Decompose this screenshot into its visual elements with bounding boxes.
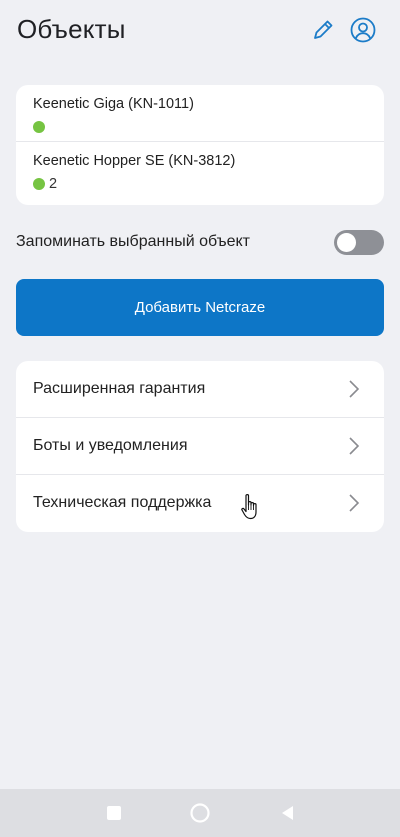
menu-item-tech-support[interactable]: Техническая поддержка <box>16 475 384 531</box>
header: Объекты <box>0 0 400 62</box>
remember-object-label: Запоминать выбранный объект <box>16 233 251 250</box>
status-online-dot <box>33 121 45 133</box>
remember-object-toggle[interactable] <box>334 230 384 255</box>
menu-item-bots-notifications[interactable]: Боты и уведомления <box>16 418 384 474</box>
device-count: 2 <box>49 176 58 192</box>
chevron-right-icon <box>349 380 360 398</box>
menu-item-extended-warranty[interactable]: Расширенная гарантия <box>16 361 384 417</box>
square-icon[interactable] <box>104 803 124 823</box>
page-title: Объекты <box>17 14 126 44</box>
toggle-knob <box>337 233 356 252</box>
device-name: Keenetic Giga (KN-1011) <box>33 96 194 112</box>
settings-menu: Расширенная гарантия Боты и уведомления … <box>16 361 384 532</box>
status-online-dot <box>33 178 45 190</box>
menu-item-label: Боты и уведомления <box>33 437 188 454</box>
hand-pointer-cursor-icon <box>241 494 257 520</box>
device-item[interactable]: Keenetic Giga (KN-1011) <box>16 85 384 141</box>
circle-icon[interactable] <box>189 802 211 824</box>
device-item[interactable]: Keenetic Hopper SE (KN-3812) 2 <box>16 142 384 198</box>
add-netcraze-button[interactable]: Добавить Netcraze <box>16 279 384 336</box>
system-navigation-bar <box>0 789 400 837</box>
device-name: Keenetic Hopper SE (KN-3812) <box>33 153 236 169</box>
chevron-right-icon <box>349 494 360 512</box>
account-circle-icon[interactable] <box>349 16 377 44</box>
chevron-right-icon <box>349 437 360 455</box>
pencil-icon[interactable] <box>309 16 337 44</box>
menu-item-label: Техническая поддержка <box>33 494 212 511</box>
triangle-back-icon[interactable] <box>278 803 298 823</box>
menu-item-label: Расширенная гарантия <box>33 380 206 397</box>
devices-list: Keenetic Giga (KN-1011) Keenetic Hopper … <box>16 85 384 205</box>
